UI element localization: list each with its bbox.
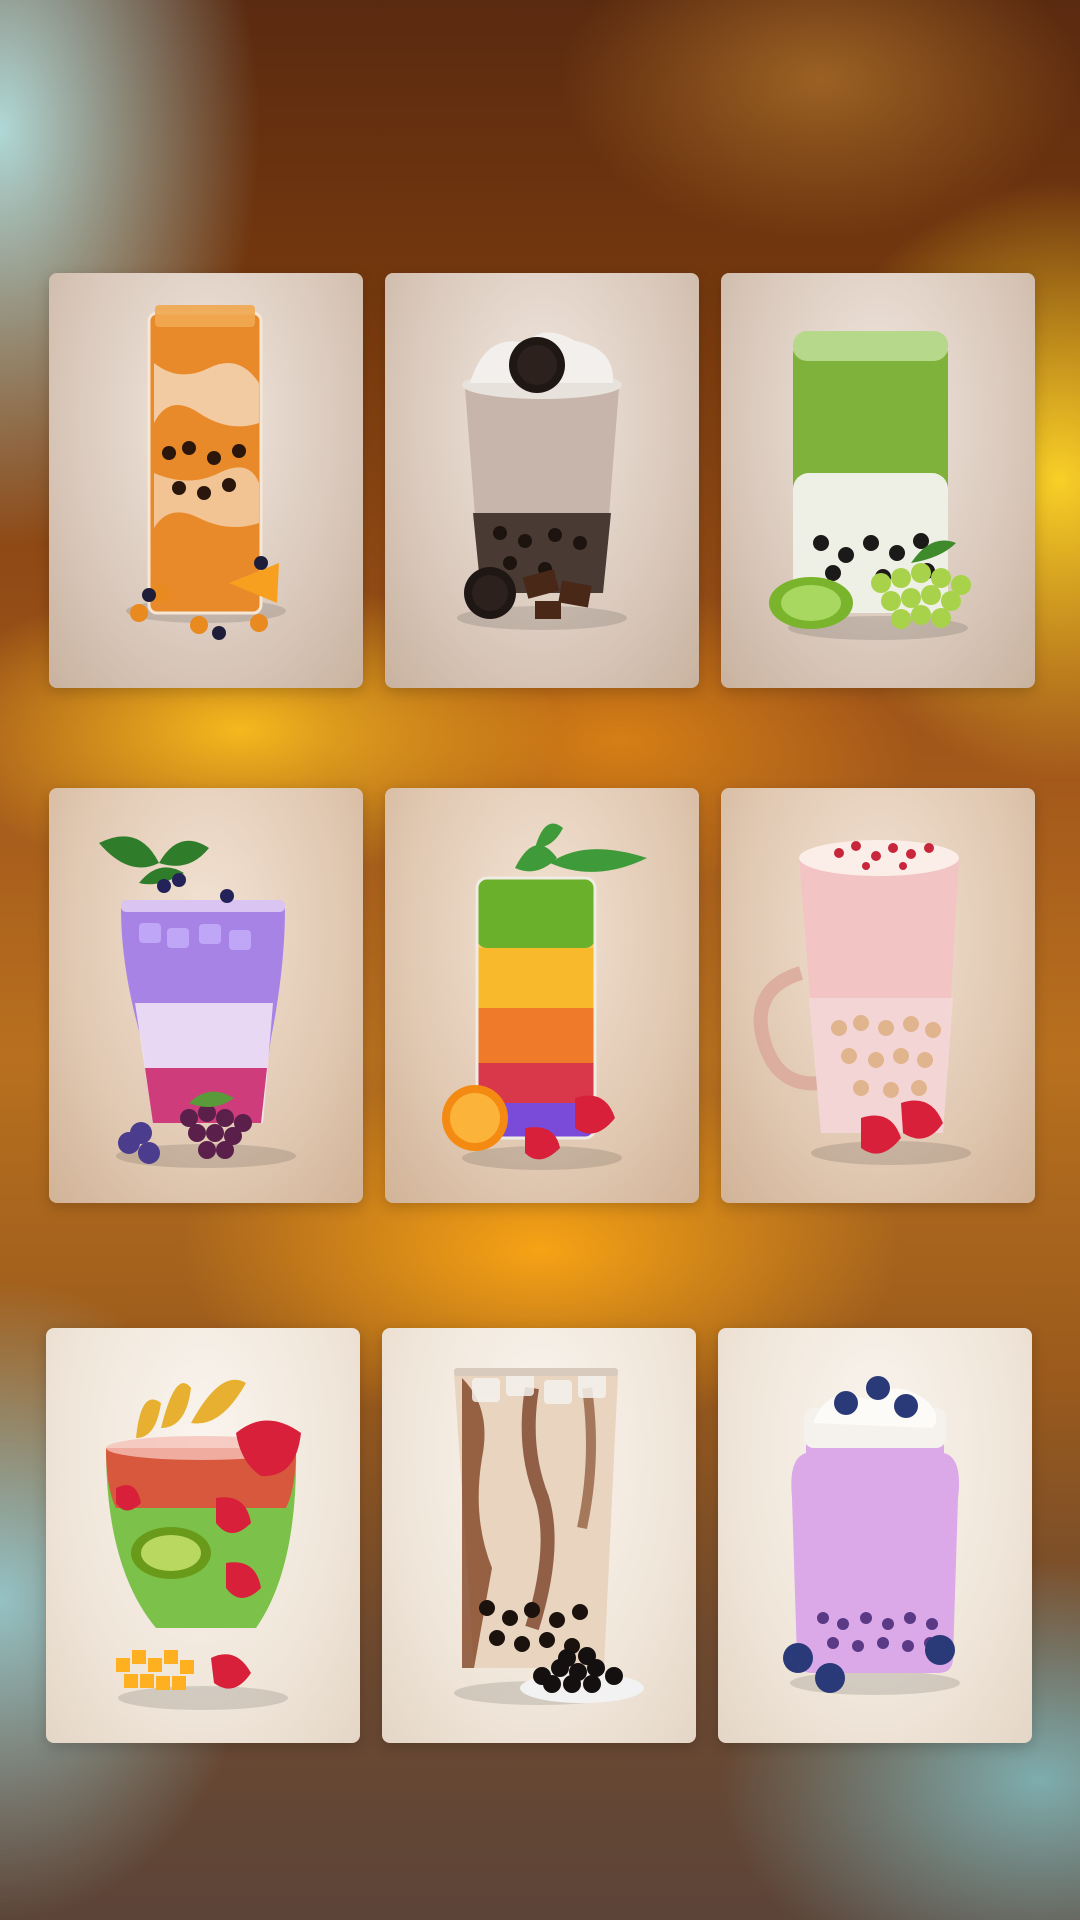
matcha-boba-tea-icon — [769, 331, 971, 640]
strawberry-milk-tea-icon — [753, 840, 971, 1165]
fruit-punch-icon — [106, 1379, 301, 1710]
drink-card-matcha-boba[interactable] — [721, 273, 1035, 688]
grape-blueberry-soda-icon — [99, 836, 296, 1168]
orange-boba-tea-icon — [126, 305, 286, 640]
oreo-milk-tea-icon — [457, 332, 627, 630]
drink-card-taro-blueberry[interactable] — [718, 1328, 1032, 1743]
drink-card-fruit-punch[interactable] — [46, 1328, 360, 1743]
drink-gallery-screen: { "gallery": { "layout": "3x3 grid", "ti… — [0, 0, 1080, 1920]
drink-card-orange-boba[interactable] — [49, 273, 363, 688]
taro-blueberry-milk-icon — [783, 1376, 960, 1695]
drink-card-oreo-milk-tea[interactable] — [385, 273, 699, 688]
rainbow-fruit-mojito-icon — [442, 823, 647, 1170]
drink-card-grape-soda[interactable] — [49, 788, 363, 1203]
drink-card-brown-sugar-boba[interactable] — [382, 1328, 696, 1743]
brown-sugar-boba-milk-icon — [454, 1368, 644, 1705]
drink-card-rainbow-mojito[interactable] — [385, 788, 699, 1203]
drink-card-strawberry-milk[interactable] — [721, 788, 1035, 1203]
